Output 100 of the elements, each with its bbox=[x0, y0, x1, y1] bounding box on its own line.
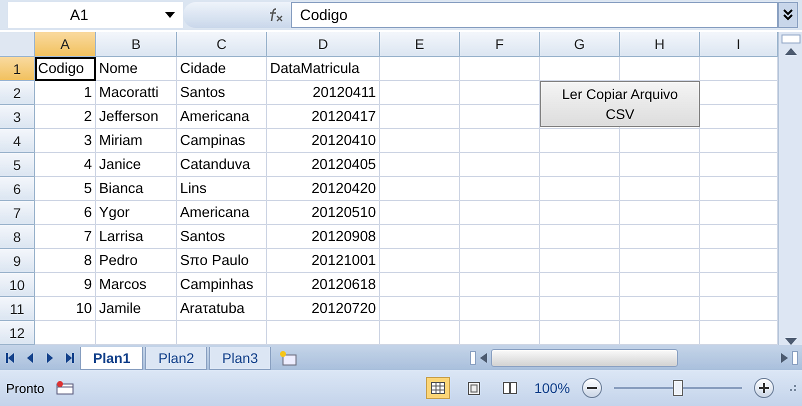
table-cell: Jamile bbox=[96, 297, 177, 321]
table-cell: 20120908 bbox=[267, 225, 380, 249]
table-cell: Miriam bbox=[96, 129, 177, 153]
row-header[interactable]: 8 bbox=[0, 225, 35, 249]
zoom-out-button[interactable] bbox=[582, 378, 602, 398]
table-cell: Lins bbox=[177, 177, 267, 201]
scroll-up-icon[interactable] bbox=[784, 48, 796, 55]
table-cell: 1 bbox=[35, 81, 96, 105]
read-copy-csv-button[interactable]: Ler Copiar Arquivo CSV bbox=[540, 81, 700, 127]
table-cell: Campinhas bbox=[177, 273, 267, 297]
split-handle-icon[interactable] bbox=[470, 350, 476, 364]
table-cell: Sπo Paulo bbox=[177, 249, 267, 273]
previous-sheet-icon[interactable] bbox=[26, 352, 34, 362]
table-cell: Americana bbox=[177, 201, 267, 225]
sheet-tab[interactable]: Plan2 bbox=[145, 347, 208, 370]
next-sheet-icon[interactable] bbox=[46, 352, 54, 362]
table-cell: Americana bbox=[177, 105, 267, 129]
table-cell: Nome bbox=[96, 57, 177, 81]
column-header[interactable]: G bbox=[540, 32, 620, 57]
table-cell: 20120411 bbox=[267, 81, 380, 105]
row-header[interactable]: 12 bbox=[0, 321, 35, 345]
scroll-right-icon[interactable] bbox=[781, 352, 788, 362]
table-cell: Ygor bbox=[96, 201, 177, 225]
grid-icon bbox=[431, 382, 446, 394]
table-cell: DataMatricula bbox=[267, 57, 380, 81]
dropdown-icon[interactable] bbox=[165, 12, 175, 18]
column-header[interactable]: B bbox=[96, 32, 177, 57]
table-cell: 10 bbox=[35, 297, 96, 321]
row-header[interactable]: 9 bbox=[0, 249, 35, 273]
last-sheet-icon[interactable] bbox=[66, 352, 74, 362]
row-header[interactable]: 3 bbox=[0, 105, 35, 129]
column-header[interactable]: H bbox=[620, 32, 700, 57]
plus-icon bbox=[759, 383, 769, 393]
column-header[interactable]: C bbox=[177, 32, 267, 57]
function-icon bbox=[267, 8, 283, 22]
zoom-in-button[interactable] bbox=[754, 378, 774, 398]
minus-icon bbox=[587, 387, 597, 389]
column-header[interactable]: F bbox=[460, 32, 540, 57]
table-cell: Cidade bbox=[177, 57, 267, 81]
table-cell: Catanduva bbox=[177, 153, 267, 177]
table-cell: Campinas bbox=[177, 129, 267, 153]
table-cell: 20120720 bbox=[267, 297, 380, 321]
row-header[interactable]: 1 bbox=[0, 57, 35, 81]
expand-icon bbox=[783, 9, 793, 21]
column-header[interactable]: I bbox=[700, 32, 778, 57]
table-cell: 3 bbox=[35, 129, 96, 153]
new-sheet-icon[interactable] bbox=[278, 350, 297, 366]
sheet-tab[interactable]: Plan1 bbox=[80, 347, 144, 370]
table-cell: Codigo bbox=[35, 57, 96, 81]
scroll-left-icon[interactable] bbox=[480, 352, 487, 362]
table-cell: Pedro bbox=[96, 249, 177, 273]
first-sheet-icon[interactable] bbox=[6, 352, 14, 362]
sheet-tab[interactable]: Plan3 bbox=[209, 347, 271, 370]
table-cell: 9 bbox=[35, 273, 96, 297]
table-cell: 20120410 bbox=[267, 129, 380, 153]
table-cell: Larrisa bbox=[96, 225, 177, 249]
row-header[interactable]: 10 bbox=[0, 273, 35, 297]
table-cell: 7 bbox=[35, 225, 96, 249]
table-cell: 20120420 bbox=[267, 177, 380, 201]
row-header[interactable]: 6 bbox=[0, 177, 35, 201]
table-cell: 20120405 bbox=[267, 153, 380, 177]
table-cell: 4 bbox=[35, 153, 96, 177]
row-header[interactable]: 5 bbox=[0, 153, 35, 177]
split-handle-icon[interactable] bbox=[792, 350, 798, 364]
view-button[interactable] bbox=[426, 377, 450, 399]
slider-thumb[interactable] bbox=[673, 380, 683, 396]
table-cell: 6 bbox=[35, 201, 96, 225]
formula-field[interactable]: Codigo bbox=[291, 2, 778, 28]
column-header[interactable]: E bbox=[380, 32, 460, 57]
table-cell: Marcos bbox=[96, 273, 177, 297]
table-cell: 20120618 bbox=[267, 273, 380, 297]
table-cell: 2 bbox=[35, 105, 96, 129]
status-text: Pronto bbox=[6, 380, 44, 396]
table-cell: Santos bbox=[177, 225, 267, 249]
column-header[interactable]: A bbox=[35, 32, 96, 57]
zoom-level: 100% bbox=[534, 380, 570, 396]
row-header[interactable]: 2 bbox=[0, 81, 35, 105]
table-cell: Jefferson bbox=[96, 105, 177, 129]
scroll-thumb[interactable] bbox=[491, 348, 678, 366]
table-cell: Bianca bbox=[96, 177, 177, 201]
page-icon bbox=[468, 382, 480, 394]
split-handle-icon[interactable] bbox=[780, 34, 800, 44]
row-header[interactable]: 11 bbox=[0, 297, 35, 321]
table-cell: 8 bbox=[35, 249, 96, 273]
vertical-scrollbar[interactable] bbox=[778, 32, 802, 345]
table-cell: Janice bbox=[96, 153, 177, 177]
column-header[interactable]: D bbox=[267, 32, 380, 57]
split-page-icon bbox=[503, 382, 518, 394]
row-header[interactable]: 4 bbox=[0, 129, 35, 153]
macro-record-icon[interactable] bbox=[56, 381, 74, 395]
table-cell: Araτatuba bbox=[177, 297, 267, 321]
table-cell: 20120417 bbox=[267, 105, 380, 129]
table-cell: Santos bbox=[177, 81, 267, 105]
name-box[interactable]: A1 bbox=[8, 2, 183, 28]
table-cell: 20121001 bbox=[267, 249, 380, 273]
table-cell: 5 bbox=[35, 177, 96, 201]
expand-button[interactable] bbox=[778, 2, 798, 28]
table-cell: 20120510 bbox=[267, 201, 380, 225]
table-cell: Macoratti bbox=[96, 81, 177, 105]
row-header[interactable]: 7 bbox=[0, 201, 35, 225]
